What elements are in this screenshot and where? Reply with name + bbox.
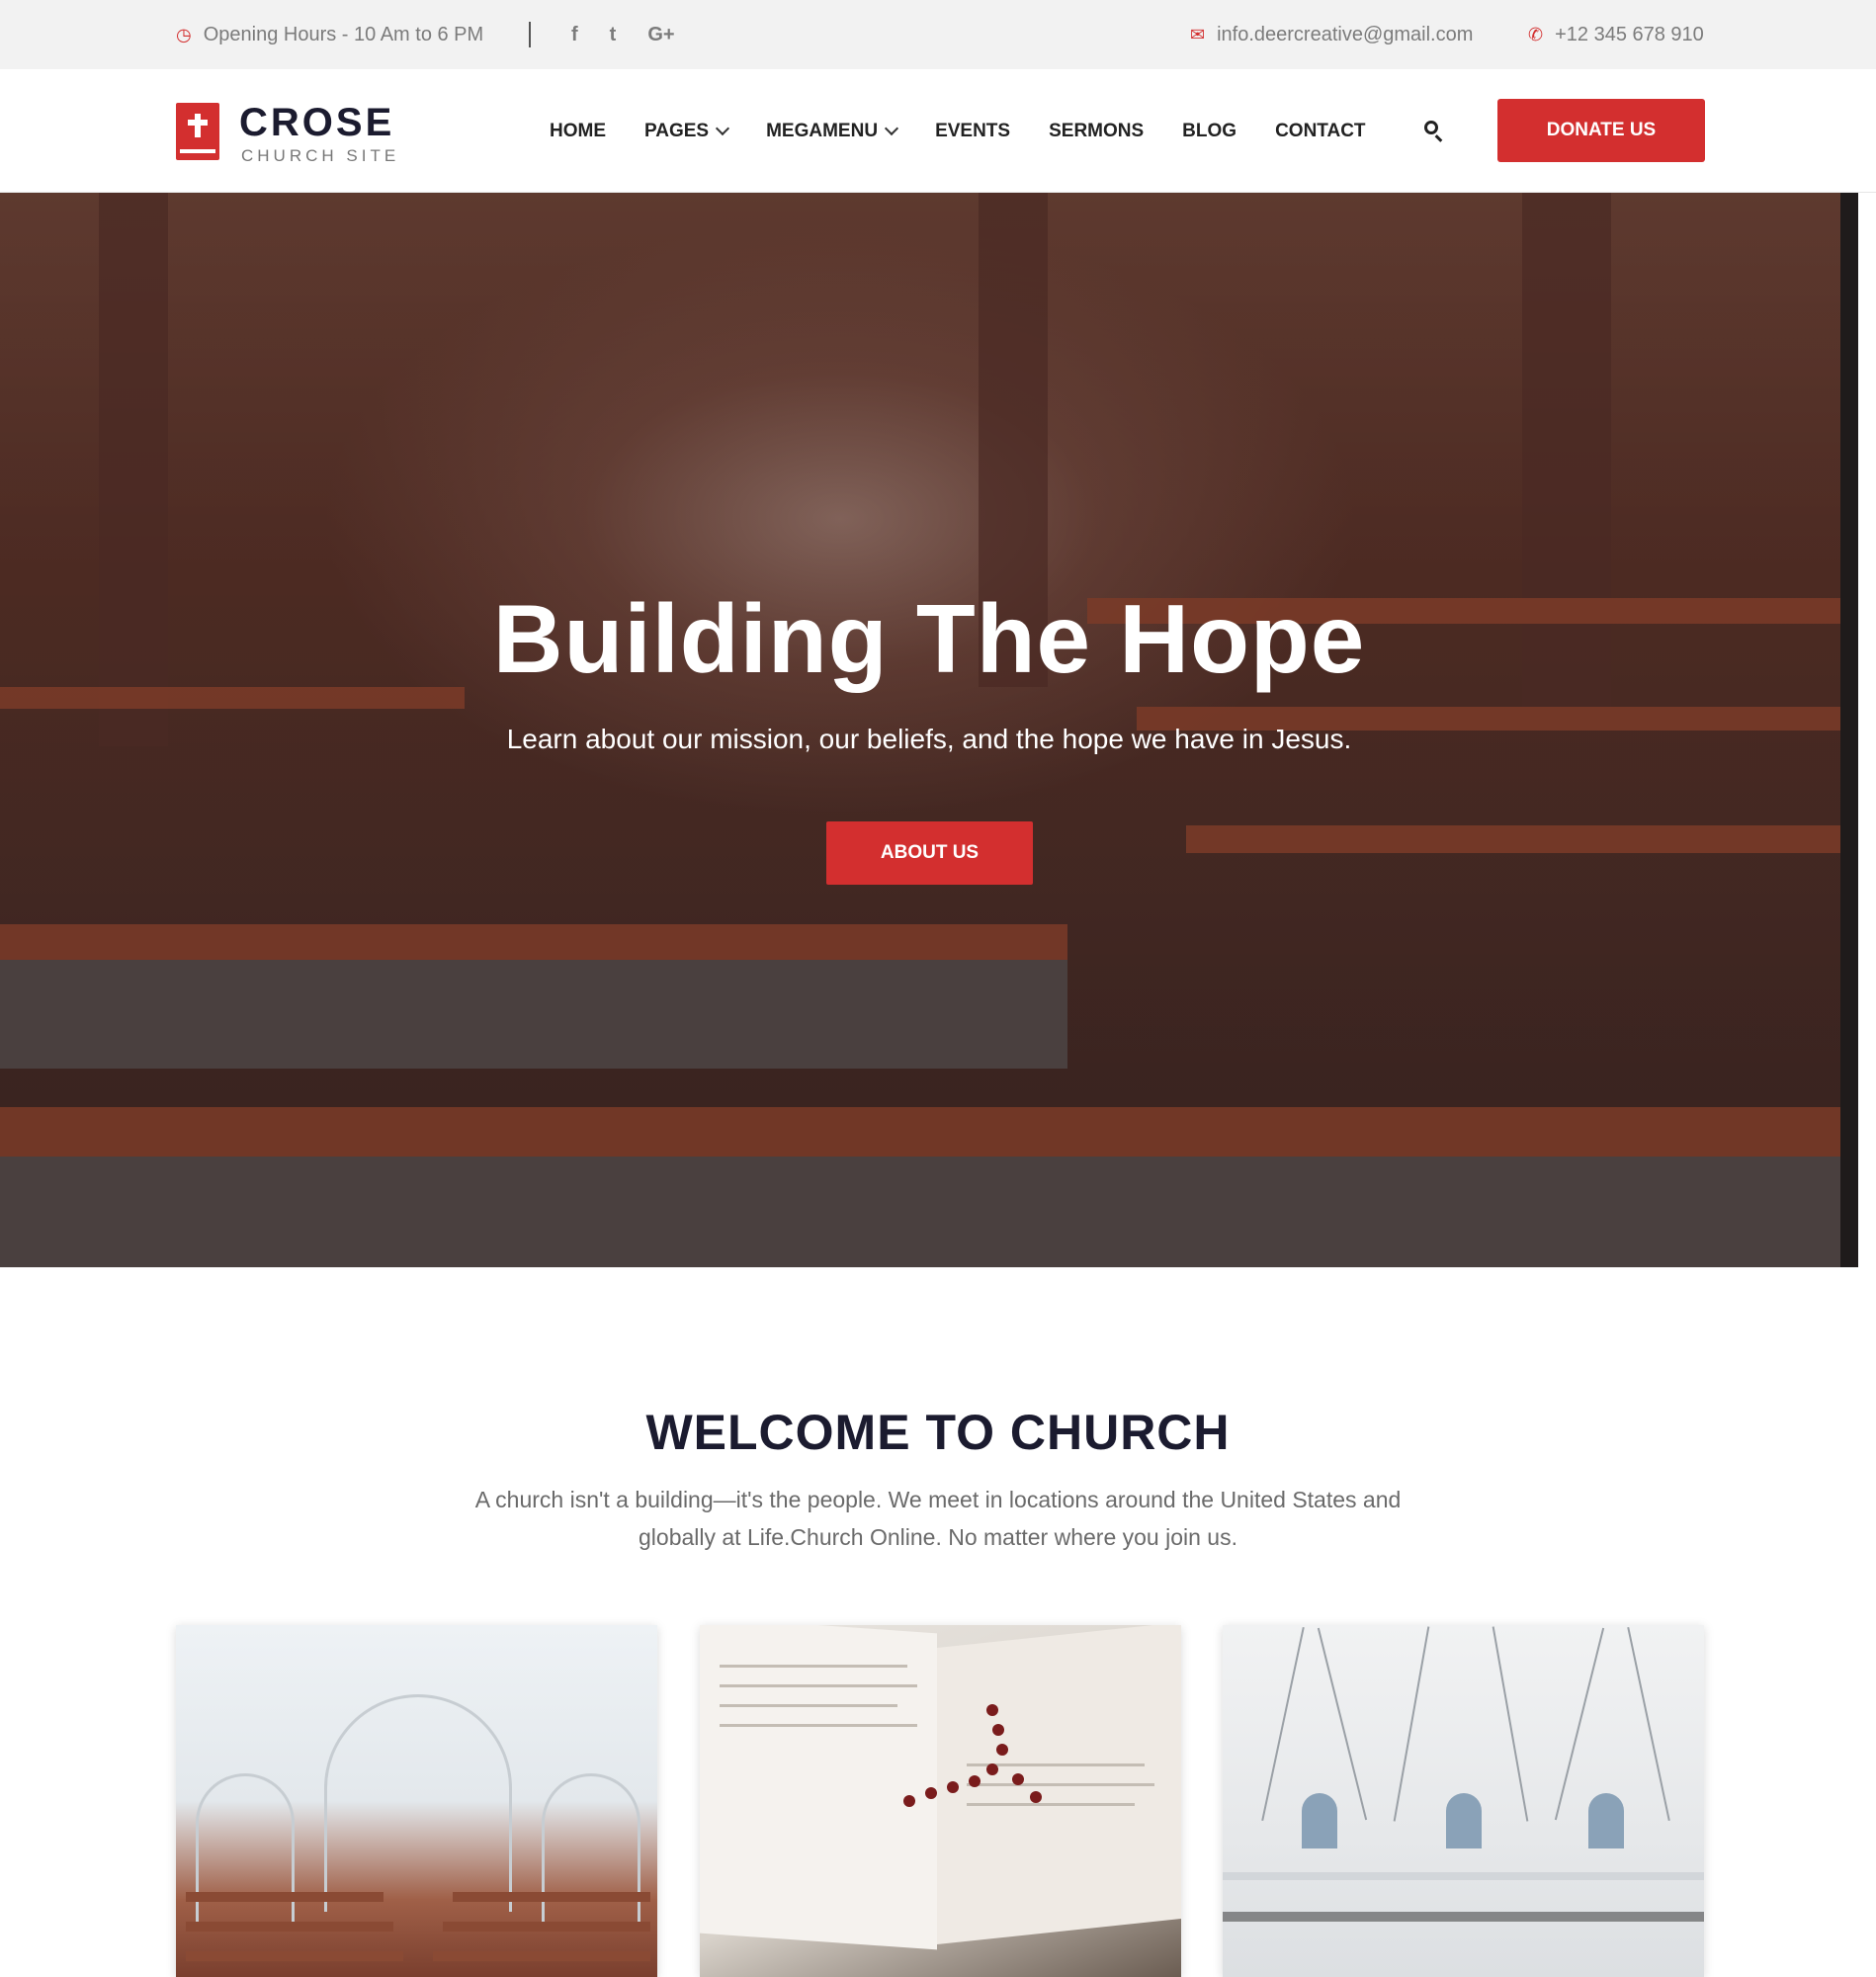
bible-cross-icon (176, 103, 219, 160)
image-bead (925, 1787, 937, 1799)
image-bead (996, 1744, 1008, 1756)
image-bead (1012, 1773, 1024, 1785)
image-pew (186, 1951, 403, 1961)
logo-name: CROSE (239, 101, 395, 144)
logo-subtitle: CHURCH SITE (241, 146, 400, 165)
image-bead (986, 1704, 998, 1716)
image-arch (324, 1694, 512, 1912)
church-interior-image[interactable] (176, 1625, 657, 1977)
image-arcade (1223, 1912, 1704, 1922)
envelope-icon: ✉ (1190, 24, 1206, 44)
image-pew (186, 1922, 393, 1932)
nav-item-megamenu[interactable]: MEGAMENU (766, 120, 899, 142)
image-rib (1393, 1626, 1430, 1822)
search-icon[interactable] (1423, 120, 1445, 142)
google-plus-icon[interactable]: G+ (647, 24, 674, 46)
welcome-title: WELCOME TO CHURCH (645, 1405, 1231, 1460)
hero-bg-pew-back (0, 1157, 1858, 1267)
image-page-left (700, 1625, 937, 1950)
top-info-bar: ◷ Opening Hours - 10 Am to 6 PM f t G+ ✉… (0, 0, 1876, 69)
nav-item-pages[interactable]: PAGES (644, 120, 730, 142)
hero-bg-pew (0, 1107, 1858, 1157)
image-rib (1317, 1627, 1368, 1821)
nav-label: HOME (550, 120, 606, 141)
hero-bg-pew (0, 924, 1067, 960)
opening-hours-text: Opening Hours - 10 Am to 6 PM (203, 23, 484, 45)
image-text-line (720, 1704, 897, 1707)
twitter-icon[interactable]: t (610, 24, 617, 46)
image-bead (947, 1781, 959, 1793)
about-us-button[interactable]: ABOUT US (826, 821, 1033, 885)
image-rib (1627, 1626, 1670, 1822)
chevron-down-icon (884, 121, 899, 135)
image-bead (992, 1724, 1004, 1736)
hero-bg-pew (1186, 825, 1858, 853)
hero-subtitle: Learn about our mission, our beliefs, an… (506, 724, 1352, 754)
contact-email-text: info.deercreative@gmail.com (1217, 23, 1474, 45)
clock-icon: ◷ (176, 24, 192, 44)
image-bead (986, 1763, 998, 1775)
image-pew (443, 1922, 650, 1932)
nav-item-sermons[interactable]: SERMONS (1049, 121, 1144, 142)
hero-bg-pew-back (0, 960, 1067, 1069)
image-arch (542, 1773, 640, 1932)
main-header: CROSE CHURCH SITE HOME PAGES MEGAMENU EV… (0, 69, 1876, 193)
chevron-down-icon (716, 121, 730, 135)
image-pew (433, 1951, 650, 1961)
image-text-line (720, 1684, 917, 1687)
contact-phone-text: +12 345 678 910 (1555, 23, 1704, 45)
nav-item-events[interactable]: EVENTS (935, 121, 1010, 142)
image-rib (1554, 1627, 1605, 1821)
image-window (1446, 1793, 1482, 1848)
nav-item-blog[interactable]: BLOG (1182, 121, 1236, 142)
cathedral-ceiling-image[interactable] (1223, 1625, 1704, 1977)
image-text-line (720, 1724, 917, 1727)
nav-label: BLOG (1182, 120, 1237, 141)
site-logo[interactable]: CROSE CHURCH SITE (176, 101, 403, 166)
image-text-line (720, 1665, 907, 1668)
contact-email[interactable]: ✉ info.deercreative@gmail.com (1190, 0, 1473, 69)
nav-item-home[interactable]: HOME (550, 121, 606, 142)
image-cornice (1223, 1872, 1704, 1880)
image-bead (903, 1795, 915, 1807)
main-nav: HOME PAGES MEGAMENU EVENTS SERMONS BLOG … (550, 69, 1405, 193)
image-window (1588, 1793, 1624, 1848)
image-pew (453, 1892, 650, 1902)
image-rib (1261, 1626, 1305, 1822)
bible-rosary-image[interactable] (700, 1625, 1181, 1977)
topbar-divider (529, 22, 531, 47)
image-pew (186, 1892, 384, 1902)
image-text-line (967, 1783, 1154, 1786)
contact-phone[interactable]: ✆ +12 345 678 910 (1528, 0, 1704, 69)
nav-item-contact[interactable]: CONTACT (1275, 121, 1365, 142)
image-rib (1492, 1626, 1529, 1822)
image-bead (969, 1775, 981, 1787)
nav-label: EVENTS (935, 120, 1011, 141)
facebook-icon[interactable]: f (571, 24, 578, 46)
image-text-line (967, 1803, 1135, 1806)
image-bead (1030, 1791, 1042, 1803)
hero-title: Building The Hope (492, 584, 1366, 693)
hero-banner: Building The Hope Learn about our missio… (0, 193, 1858, 1267)
donate-button[interactable]: DONATE US (1497, 99, 1705, 162)
nav-label: MEGAMENU (766, 120, 879, 141)
nav-label: CONTACT (1275, 120, 1366, 141)
nav-label: SERMONS (1049, 120, 1145, 141)
phone-icon: ✆ (1528, 24, 1544, 44)
image-window (1302, 1793, 1337, 1848)
opening-hours: ◷ Opening Hours - 10 Am to 6 PM (176, 0, 483, 69)
social-links: f t G+ (571, 0, 675, 69)
nav-label: PAGES (644, 120, 710, 141)
image-arch (196, 1773, 295, 1932)
welcome-text: A church isn't a building—it's the peopl… (474, 1487, 1402, 1550)
